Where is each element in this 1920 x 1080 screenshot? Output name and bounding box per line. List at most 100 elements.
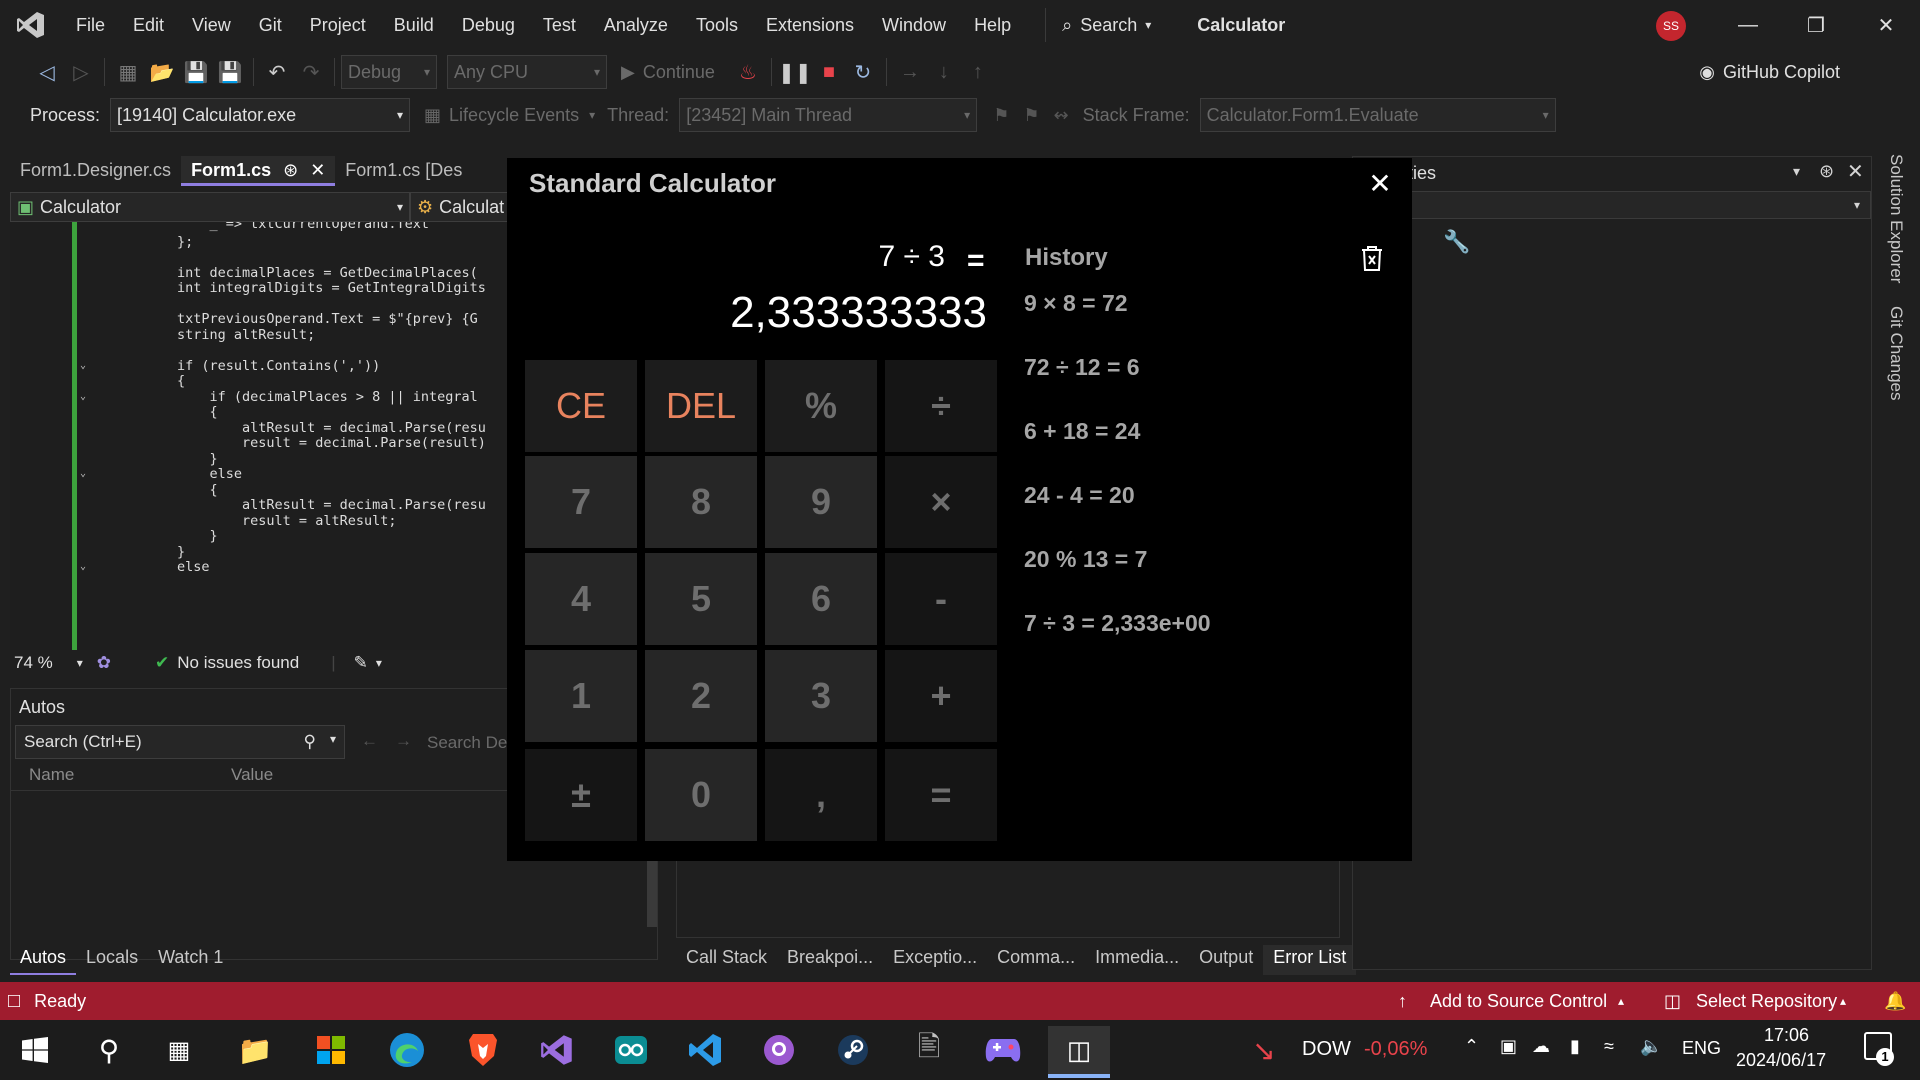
menu-tools[interactable]: Tools [682,0,752,50]
back-icon[interactable]: ◁ [30,55,64,89]
tab-form1-cs[interactable]: Form1.cs ⊛ ✕ [181,156,336,186]
brave-browser-icon[interactable] [452,1026,514,1074]
code-cleanup-icon[interactable]: ✎ [354,653,368,673]
edge-browser-icon[interactable] [376,1026,438,1074]
hot-reload-icon[interactable]: ♨ [731,55,765,89]
tab-form1-design[interactable]: Form1.cs [Des [335,156,472,186]
menu-help[interactable]: Help [960,0,1025,50]
microsoft-store-icon[interactable] [300,1026,362,1074]
code-line[interactable]: string altResult; [112,327,315,343]
code-line[interactable]: } [112,544,185,560]
tab-breakpoints[interactable]: Breakpoi... [777,945,883,975]
redo-icon[interactable]: ↷ [294,55,328,89]
close-window-button[interactable]: ✕ [1856,0,1916,50]
code-editor[interactable]: _ => txtCurrentOperand.Text }; int decim… [10,222,510,650]
key-7-button[interactable]: 7 [525,456,637,548]
search-icon[interactable]: ⚲ [78,1026,140,1074]
key-decimal-button[interactable]: , [765,749,877,841]
member-select[interactable]: ⚙ Calculat [410,192,510,222]
code-line[interactable]: if (result.Contains(',')) [112,358,380,374]
intellicode-icon[interactable]: ✿ [97,653,111,673]
break-all-icon[interactable]: ❚❚ [778,55,812,89]
volume-icon[interactable]: 🔈 [1640,1036,1662,1057]
save-all-icon[interactable]: 💾 [213,55,247,89]
clock-time[interactable]: 17:06 [1764,1025,1809,1046]
close-icon[interactable]: ✕ [310,160,325,180]
close-icon[interactable]: ✕ [1847,159,1864,184]
history-item[interactable]: 9 × 8 = 72 [1024,290,1128,317]
step-into-icon[interactable]: ↓ [927,55,961,89]
new-project-icon[interactable]: ▦ [111,55,145,89]
steam-icon[interactable] [822,1026,884,1074]
clear-history-button[interactable] [1359,244,1389,274]
key-2-button[interactable]: 2 [645,650,757,742]
key-4-button[interactable]: 4 [525,553,637,645]
github-desktop-icon[interactable] [748,1026,810,1074]
key-del-button[interactable]: DEL [645,360,757,452]
avatar[interactable]: SS [1656,11,1686,41]
language-indicator[interactable]: ENG [1682,1038,1721,1059]
key-multiply-button[interactable]: × [885,456,997,548]
search-back-icon[interactable]: ← [361,731,378,751]
code-line[interactable]: } [112,451,218,467]
calculator-close-button[interactable]: ✕ [1362,166,1398,202]
code-line[interactable]: else [112,559,210,575]
restore-button[interactable]: ❐ [1786,0,1846,50]
key-1-button[interactable]: 1 [525,650,637,742]
game-controller-icon[interactable] [972,1026,1034,1074]
start-button[interactable] [4,1026,66,1074]
fold-chevron-icon[interactable]: ⌄ [80,561,86,572]
code-line[interactable]: altResult = decimal.Parse(resu [112,497,486,513]
key-8-button[interactable]: 8 [645,456,757,548]
key-minus-button[interactable]: - [885,553,997,645]
git-changes-tab[interactable]: Git Changes [1886,306,1906,401]
continue-button[interactable]: ▶ Continue [621,62,715,83]
notification-center-button[interactable]: 1 [1864,1032,1894,1066]
zoom-level[interactable]: 74 % [14,653,53,673]
scrollbar[interactable] [647,851,657,927]
thread-filter-icon[interactable]: ↭ [1053,105,1068,126]
menu-extensions[interactable]: Extensions [752,0,868,50]
github-copilot-button[interactable]: ◉ GitHub Copilot [1699,62,1840,83]
key-ce-button[interactable]: CE [525,360,637,452]
history-item[interactable]: 24 - 4 = 20 [1024,482,1135,509]
code-line[interactable]: if (decimalPlaces > 8 || integral [112,389,478,405]
menu-analyze[interactable]: Analyze [590,0,682,50]
stop-icon[interactable]: ■ [812,55,846,89]
code-line[interactable]: else [112,466,243,482]
column-value[interactable]: Value [231,765,273,785]
code-line[interactable]: } [112,528,218,544]
fold-chevron-icon[interactable]: ⌄ [80,391,86,402]
menu-build[interactable]: Build [380,0,448,50]
tab-output[interactable]: Output [1189,945,1263,975]
battery-icon[interactable]: ▮ [1570,1036,1580,1057]
chevron-down-icon[interactable]: ▾ [1793,163,1800,180]
key-equals-button[interactable]: = [885,749,997,841]
key-9-button[interactable]: 9 [765,456,877,548]
vscode-icon[interactable] [674,1026,736,1074]
tab-immediate[interactable]: Immedia... [1085,945,1189,975]
flag-icon[interactable]: ⚑ [993,105,1009,126]
key-divide-button[interactable]: ÷ [885,360,997,452]
pin-icon[interactable]: ⊛ [1819,161,1834,182]
process-select[interactable]: [19140] Calculator.exe ▾ [110,98,411,132]
tab-form1-designer[interactable]: Form1.Designer.cs [10,156,181,186]
column-name[interactable]: Name [29,765,74,785]
history-item[interactable]: 7 ÷ 3 = 2,333e+00 [1024,610,1211,637]
code-line[interactable]: result = decimal.Parse(result) [112,435,486,451]
open-folder-icon[interactable]: 📂 [145,55,179,89]
search-button[interactable]: ⌕ Search ▾ [1045,8,1167,42]
key-6-button[interactable]: 6 [765,553,877,645]
tab-call-stack[interactable]: Call Stack [676,945,777,975]
lifecycle-events-button[interactable]: Lifecycle Events [449,105,579,126]
code-line[interactable]: { [112,373,185,389]
menu-project[interactable]: Project [296,0,380,50]
property-pages-icon[interactable]: 🔧 [1443,229,1470,255]
visual-studio-icon[interactable] [526,1026,588,1074]
thread-select[interactable]: [23452] Main Thread ▾ [679,98,978,132]
history-item[interactable]: 72 ÷ 12 = 6 [1024,354,1140,381]
step-over-icon[interactable]: → [893,55,927,89]
code-line[interactable]: { [112,404,218,420]
stack-frame-select[interactable]: Calculator.Form1.Evaluate ▾ [1199,98,1556,132]
menu-debug[interactable]: Debug [448,0,529,50]
